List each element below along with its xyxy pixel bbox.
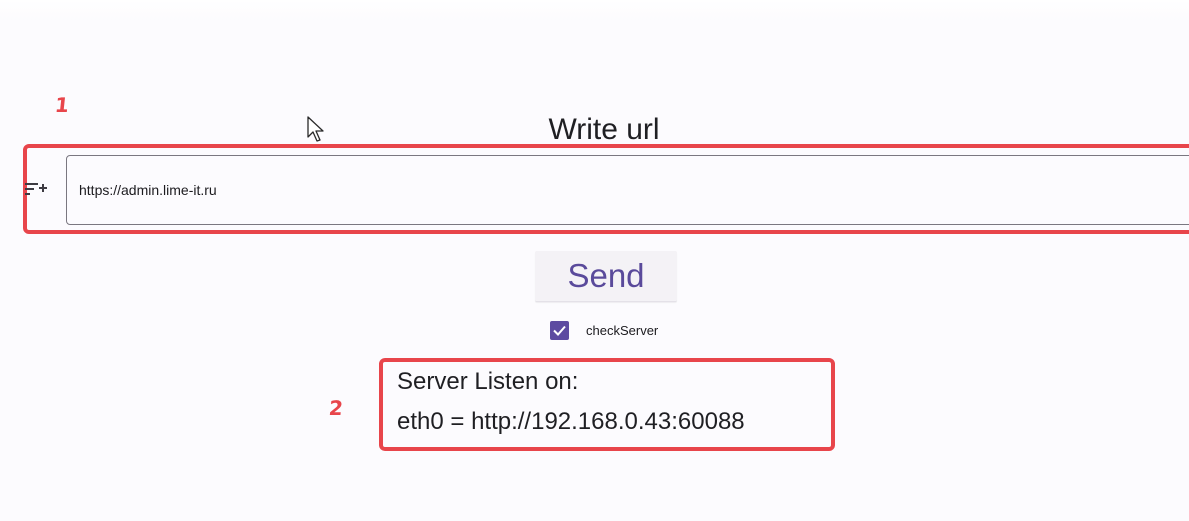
top-fade [0, 0, 1189, 22]
send-button[interactable]: Send [535, 251, 677, 302]
page-title: Write url [548, 113, 660, 146]
server-address: eth0 = http://192.168.0.43:60088 [397, 408, 745, 435]
filter-list-icon [25, 180, 47, 198]
url-field[interactable] [66, 155, 1189, 225]
annotation-marker-1: 1 [53, 93, 71, 117]
server-listen-heading: Server Listen on: [397, 368, 579, 395]
check-server-row[interactable]: checkServer [550, 320, 658, 340]
check-server-label: checkServer [586, 322, 659, 338]
mouse-pointer-icon [306, 115, 328, 145]
url-input[interactable] [79, 156, 1179, 224]
checkmark-icon [553, 325, 566, 336]
annotation-marker-2: 2 [327, 396, 345, 420]
check-server-checkbox[interactable] [550, 320, 569, 340]
